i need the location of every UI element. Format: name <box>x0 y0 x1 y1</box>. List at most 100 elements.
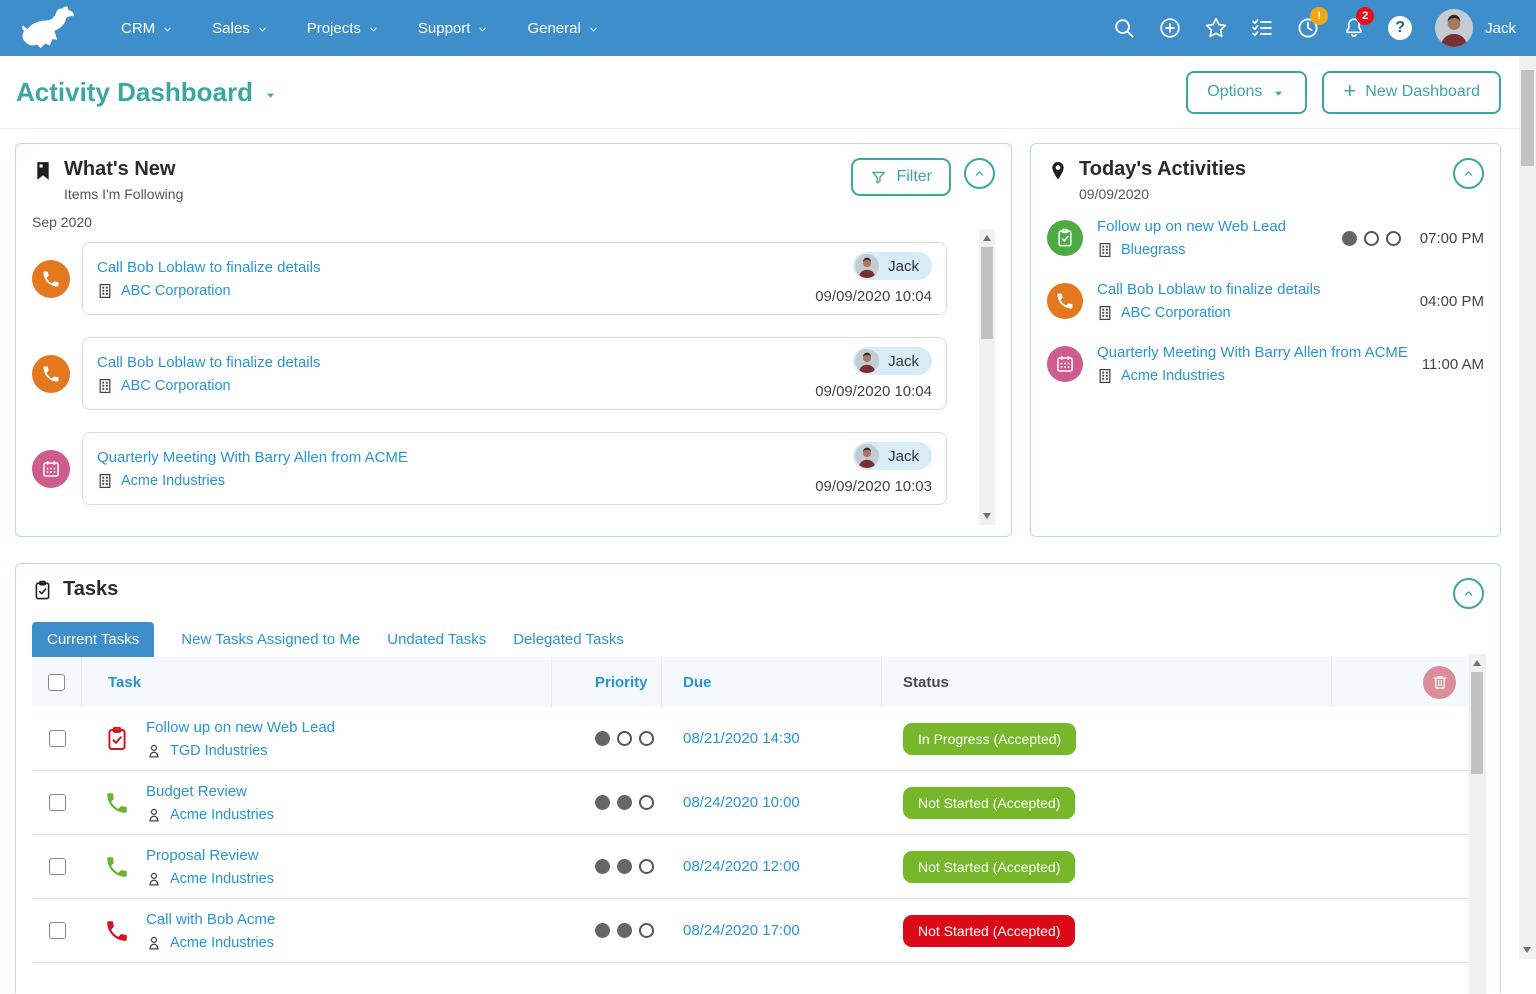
filter-button[interactable]: Filter <box>851 158 951 196</box>
company-link[interactable]: Bluegrass <box>1121 242 1185 258</box>
scrollbar-thumb[interactable] <box>981 247 993 339</box>
task-link[interactable]: Follow up on new Web Lead <box>146 719 335 736</box>
tasks-panel: Tasks Current Tasks New Tasks Assigned t… <box>15 563 1501 993</box>
column-header-task[interactable]: Task <box>82 657 552 707</box>
new-dashboard-button[interactable]: + New Dashboard <box>1322 71 1501 114</box>
collapse-tasks-button[interactable] <box>1453 578 1484 609</box>
scrollbar-thumb[interactable] <box>1521 70 1534 166</box>
column-header-status: Status <box>882 657 1332 707</box>
user-name[interactable]: Jack <box>1485 20 1516 37</box>
due-date-link[interactable]: 08/24/2020 12:00 <box>683 858 800 875</box>
dashboard-selector[interactable]: Activity Dashboard <box>16 77 278 108</box>
chevron-down-icon <box>476 23 489 36</box>
due-date-link[interactable]: 08/21/2020 14:30 <box>683 730 800 747</box>
task-link[interactable]: Proposal Review <box>146 847 274 864</box>
task-clipboard-icon <box>1047 220 1083 256</box>
call-icon <box>104 854 130 880</box>
call-icon <box>104 790 130 816</box>
activity-link[interactable]: Call Bob Loblaw to finalize details <box>1097 281 1320 298</box>
whats-new-list: Call Bob Loblaw to finalize details ABC … <box>32 242 947 524</box>
activity-link[interactable]: Call Bob Loblaw to finalize details <box>97 259 320 276</box>
row-checkbox[interactable] <box>49 730 66 747</box>
column-header-priority[interactable]: Priority <box>552 657 662 707</box>
quick-add-icon[interactable] <box>1149 5 1191 51</box>
row-checkbox[interactable] <box>49 922 66 939</box>
activity-card[interactable]: Call Bob Loblaw to finalize details ABC … <box>82 242 947 315</box>
company-link[interactable]: Acme Industries <box>170 807 274 823</box>
tab-new-tasks-assigned[interactable]: New Tasks Assigned to Me <box>181 622 360 657</box>
user-avatar[interactable] <box>1435 9 1473 47</box>
task-link[interactable]: Call with Bob Acme <box>146 911 275 928</box>
tasks-scrollbar[interactable] <box>1469 654 1486 994</box>
chevron-down-icon <box>256 23 269 36</box>
alarms-clock-icon[interactable]: ! <box>1287 5 1329 51</box>
column-header-due[interactable]: Due <box>662 657 882 707</box>
menu-sales[interactable]: Sales <box>193 0 288 56</box>
call-icon <box>1047 283 1083 319</box>
activity-link[interactable]: Quarterly Meeting With Barry Allen from … <box>1097 344 1408 361</box>
scroll-up-arrow[interactable] <box>1473 660 1481 666</box>
menu-general[interactable]: General <box>508 0 618 56</box>
assigned-user-pill[interactable]: Jack <box>853 442 932 470</box>
activity-link[interactable]: Quarterly Meeting With Barry Allen from … <box>97 449 408 466</box>
task-link[interactable]: Budget Review <box>146 783 274 800</box>
menu-projects[interactable]: Projects <box>288 0 399 56</box>
company-link[interactable]: ABC Corporation <box>121 378 231 394</box>
company-link[interactable]: Acme Industries <box>170 871 274 887</box>
favorites-star-icon[interactable] <box>1195 5 1237 51</box>
tab-delegated-tasks[interactable]: Delegated Tasks <box>513 622 624 657</box>
tab-undated-tasks[interactable]: Undated Tasks <box>387 622 486 657</box>
collapse-todays-activities-button[interactable] <box>1453 158 1484 189</box>
company-link[interactable]: ABC Corporation <box>121 283 231 299</box>
list-item: Follow up on new Web Lead Bluegrass 07:0… <box>1047 218 1484 258</box>
tasks-title: Tasks <box>63 578 118 601</box>
activity-card[interactable]: Quarterly Meeting With Barry Allen from … <box>82 432 947 505</box>
chevron-down-icon <box>587 23 600 36</box>
row-checkbox[interactable] <box>49 858 66 875</box>
app-logo-kangaroo-icon[interactable] <box>16 6 80 50</box>
whats-new-scrollbar[interactable] <box>979 229 995 525</box>
options-button[interactable]: Options <box>1186 71 1307 114</box>
company-link[interactable]: ABC Corporation <box>1121 305 1231 321</box>
todays-activities-title: Today's Activities <box>1079 158 1246 181</box>
building-icon <box>97 473 113 489</box>
row-checkbox[interactable] <box>49 794 66 811</box>
scroll-up-arrow[interactable] <box>983 235 991 241</box>
menu-support[interactable]: Support <box>399 0 509 56</box>
notifications-bell-icon[interactable]: 2 <box>1333 5 1375 51</box>
list-item: Quarterly Meeting With Barry Allen from … <box>32 432 947 505</box>
search-icon[interactable] <box>1103 5 1145 51</box>
status-badge: In Progress (Accepted) <box>903 723 1076 755</box>
task-list-icon[interactable] <box>1241 5 1283 51</box>
notification-badge: 2 <box>1356 7 1374 25</box>
delete-trash-icon[interactable] <box>1423 666 1456 699</box>
company-link[interactable]: Acme Industries <box>1121 368 1225 384</box>
company-link[interactable]: TGD Industries <box>170 743 268 759</box>
activity-link[interactable]: Call Bob Loblaw to finalize details <box>97 354 320 371</box>
help-icon[interactable]: ? <box>1379 5 1421 51</box>
company-link[interactable]: Acme Industries <box>170 935 274 951</box>
activity-card[interactable]: Call Bob Loblaw to finalize details ABC … <box>82 337 947 410</box>
assigned-user-pill[interactable]: Jack <box>853 252 932 280</box>
scroll-down-arrow[interactable] <box>983 513 991 519</box>
title-bar: Activity Dashboard Options + New Dashboa… <box>0 56 1536 129</box>
menu-crm[interactable]: CRM <box>102 0 193 56</box>
activity-link[interactable]: Follow up on new Web Lead <box>1097 218 1286 235</box>
page-scrollbar[interactable] <box>1519 56 1536 959</box>
due-date-link[interactable]: 08/24/2020 17:00 <box>683 922 800 939</box>
scroll-down-arrow[interactable] <box>1523 947 1531 953</box>
priority-dots <box>1342 231 1401 246</box>
nav-right-icons: ! 2 ? Jack <box>1103 5 1522 51</box>
timestamp: 09/09/2020 10:04 <box>815 288 932 305</box>
select-all-checkbox[interactable] <box>48 674 65 691</box>
due-date-link[interactable]: 08/24/2020 10:00 <box>683 794 800 811</box>
company-link[interactable]: Acme Industries <box>121 473 225 489</box>
building-icon <box>1097 368 1113 384</box>
whats-new-subtitle: Items I'm Following <box>64 186 183 202</box>
assigned-user-pill[interactable]: Jack <box>853 347 932 375</box>
tab-current-tasks[interactable]: Current Tasks <box>32 622 154 657</box>
chevron-down-icon <box>161 23 174 36</box>
scrollbar-thumb[interactable] <box>1471 672 1483 774</box>
collapse-whats-new-button[interactable] <box>964 158 995 189</box>
alarm-badge: ! <box>1310 7 1328 25</box>
